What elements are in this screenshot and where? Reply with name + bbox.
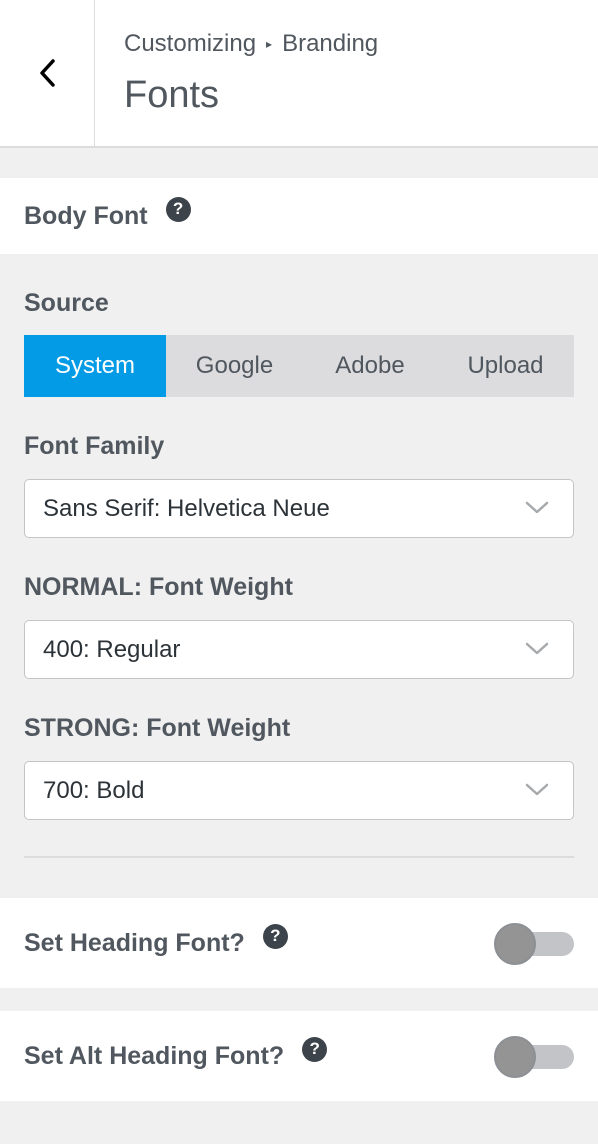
normal-weight-value: 400: Regular [43,635,181,663]
customizer-panel: Customizing ▸ Branding Fonts Body Font ?… [0,0,598,1144]
body-font-section: Body Font ? [0,178,598,254]
strong-weight-select[interactable]: 700: Bold [24,761,574,820]
normal-weight-label: NORMAL: Font Weight [24,573,293,601]
toggle-knob [494,923,536,965]
chevron-down-icon [525,501,549,514]
normal-weight-select[interactable]: 400: Regular [24,620,574,679]
font-family-label: Font Family [24,432,165,460]
divider [24,856,574,858]
source-segmented-control: System Google Adobe Upload [24,335,574,397]
strong-weight-value: 700: Bold [43,776,145,804]
breadcrumb: Customizing ▸ Branding [124,30,378,58]
font-family-select[interactable]: Sans Serif: Helvetica Neue [24,479,574,538]
panel-header: Customizing ▸ Branding Fonts [0,0,598,148]
back-button[interactable] [0,0,95,146]
help-icon[interactable]: ? [302,1036,328,1062]
font-family-value: Sans Serif: Helvetica Neue [43,494,330,522]
alt-heading-font-toggle[interactable] [494,1036,574,1078]
heading-font-label: Set Heading Font? [24,928,245,957]
strong-weight-label: STRONG: Font Weight [24,714,291,742]
alt-heading-font-label: Set Alt Heading Font? [24,1041,285,1070]
source-option-google[interactable]: Google [166,335,303,397]
source-option-system[interactable]: System [24,335,166,397]
help-icon[interactable]: ? [262,923,288,949]
source-option-adobe[interactable]: Adobe [303,335,437,397]
source-label: Source [24,289,109,317]
heading-font-toggle[interactable] [494,923,574,965]
chevron-left-icon [40,59,55,87]
body-font-label: Body Font [24,201,148,230]
page-title: Fonts [124,74,220,116]
alt-heading-font-row: Set Alt Heading Font? ? [0,1011,598,1101]
source-option-upload[interactable]: Upload [437,335,574,397]
chevron-down-icon [525,642,549,655]
heading-font-row: Set Heading Font? ? [0,898,598,988]
toggle-knob [494,1036,536,1078]
breadcrumb-current: Branding [282,30,379,57]
chevron-down-icon [525,783,549,796]
breadcrumb-separator-icon: ▸ [266,37,273,51]
breadcrumb-parent: Customizing [124,30,257,57]
help-icon[interactable]: ? [165,196,191,222]
